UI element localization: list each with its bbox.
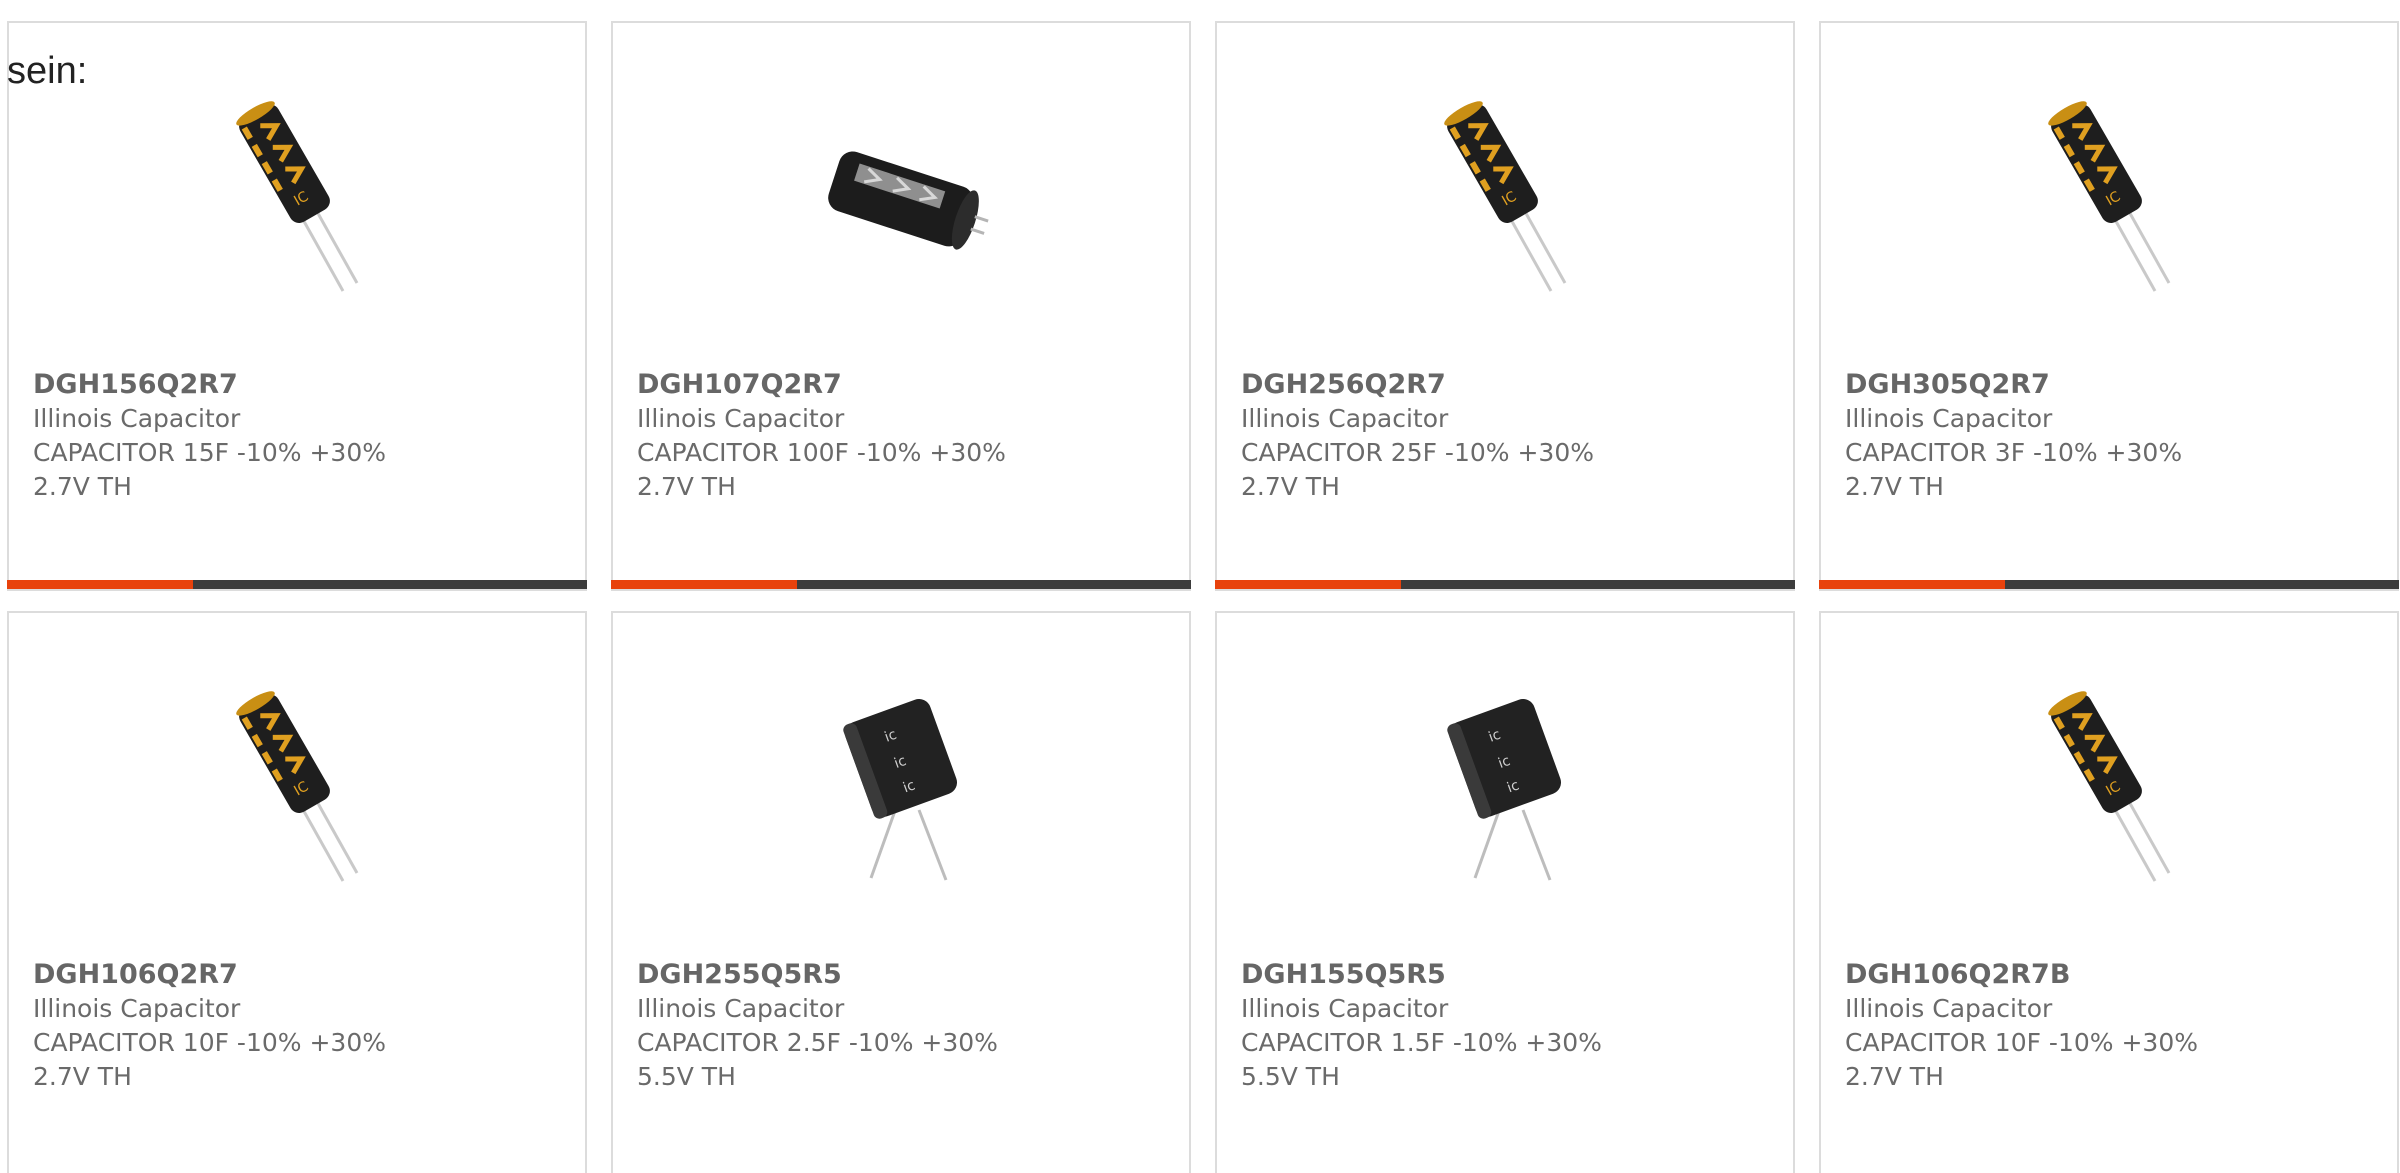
- part-number-link[interactable]: DGH305Q2R7: [1845, 368, 2373, 402]
- progress-fill: [7, 580, 193, 589]
- product-card[interactable]: DGH107Q2R7 Illinois Capacitor CAPACITOR …: [611, 21, 1191, 591]
- product-card[interactable]: IC DGH106Q2R7 Illinois Capacitor CAPACIT…: [7, 611, 587, 1173]
- product-description: CAPACITOR 100F -10% +30% 2.7V TH: [637, 438, 1006, 501]
- manufacturer-label: Illinois Capacitor: [33, 994, 241, 1023]
- progress-fill: [611, 580, 797, 589]
- product-card[interactable]: IC DGH156Q2R7 Illinois Capacitor CAPACIT…: [7, 21, 587, 591]
- progress-fill: [1215, 580, 1401, 589]
- product-row-2: IC DGH106Q2R7 Illinois Capacitor CAPACIT…: [7, 611, 2400, 1173]
- product-info: DGH255Q5R5 Illinois Capacitor CAPACITOR …: [637, 958, 1165, 1094]
- capacitor-gold-icon: IC: [197, 98, 397, 298]
- manufacturer-label: Illinois Capacitor: [1845, 994, 2053, 1023]
- product-description: CAPACITOR 25F -10% +30% 2.7V TH: [1241, 438, 1594, 501]
- product-info: DGH305Q2R7 Illinois Capacitor CAPACITOR …: [1845, 368, 2373, 504]
- manufacturer-label: Illinois Capacitor: [1241, 994, 1449, 1023]
- manufacturer-label: Illinois Capacitor: [1241, 404, 1449, 433]
- product-description: CAPACITOR 1.5F -10% +30% 5.5V TH: [1241, 1028, 1602, 1091]
- part-number-link[interactable]: DGH155Q5R5: [1241, 958, 1769, 992]
- product-image[interactable]: [613, 78, 1189, 318]
- capacitor-gold-icon: IC: [2009, 688, 2209, 888]
- product-info: DGH107Q2R7 Illinois Capacitor CAPACITOR …: [637, 368, 1165, 504]
- product-info: DGH106Q2R7B Illinois Capacitor CAPACITOR…: [1845, 958, 2373, 1094]
- manufacturer-label: Illinois Capacitor: [1845, 404, 2053, 433]
- product-row-1: IC DGH156Q2R7 Illinois Capacitor CAPACIT…: [7, 21, 2400, 591]
- product-description: CAPACITOR 10F -10% +30% 2.7V TH: [1845, 1028, 2198, 1091]
- intro-text: sein:: [7, 50, 88, 92]
- capacitor-dual-icon: ic ic ic: [1405, 688, 1605, 888]
- product-info: DGH256Q2R7 Illinois Capacitor CAPACITOR …: [1241, 368, 1769, 504]
- product-image[interactable]: IC: [9, 668, 585, 908]
- part-number-link[interactable]: DGH106Q2R7: [33, 958, 561, 992]
- product-image[interactable]: ic ic ic: [613, 668, 1189, 908]
- product-image[interactable]: IC: [9, 78, 585, 318]
- product-grid-page: sein: IC DGH156Q2R7 Illinois Capacitor C…: [0, 0, 2400, 1173]
- part-number-link[interactable]: DGH107Q2R7: [637, 368, 1165, 402]
- capacitor-gold-icon: IC: [2009, 98, 2209, 298]
- product-card[interactable]: IC DGH106Q2R7B Illinois Capacitor CAPACI…: [1819, 611, 2399, 1173]
- product-image[interactable]: ic ic ic: [1217, 668, 1793, 908]
- product-description: CAPACITOR 3F -10% +30% 2.7V TH: [1845, 438, 2183, 501]
- progress-fill: [1819, 580, 2005, 589]
- product-grid: IC DGH156Q2R7 Illinois Capacitor CAPACIT…: [7, 21, 2400, 1173]
- capacitor-large-icon: [801, 98, 1001, 298]
- capacitor-gold-icon: IC: [1405, 98, 1605, 298]
- product-card[interactable]: ic ic ic DGH255Q5R5 Illinois Capacitor C…: [611, 611, 1191, 1173]
- capacitor-dual-icon: ic ic ic: [801, 688, 1001, 888]
- product-card[interactable]: ic ic ic DGH155Q5R5 Illinois Capacitor C…: [1215, 611, 1795, 1173]
- product-description: CAPACITOR 10F -10% +30% 2.7V TH: [33, 1028, 386, 1091]
- manufacturer-label: Illinois Capacitor: [637, 994, 845, 1023]
- card-progress-bar: [611, 580, 1191, 589]
- card-progress-bar: [7, 580, 587, 589]
- product-info: DGH155Q5R5 Illinois Capacitor CAPACITOR …: [1241, 958, 1769, 1094]
- product-info: DGH156Q2R7 Illinois Capacitor CAPACITOR …: [33, 368, 561, 504]
- manufacturer-label: Illinois Capacitor: [33, 404, 241, 433]
- card-progress-bar: [1215, 580, 1795, 589]
- product-card[interactable]: IC DGH256Q2R7 Illinois Capacitor CAPACIT…: [1215, 21, 1795, 591]
- manufacturer-label: Illinois Capacitor: [637, 404, 845, 433]
- product-image[interactable]: IC: [1821, 78, 2397, 318]
- card-progress-bar: [1819, 580, 2399, 589]
- part-number-link[interactable]: DGH156Q2R7: [33, 368, 561, 402]
- product-description: CAPACITOR 15F -10% +30% 2.7V TH: [33, 438, 386, 501]
- part-number-link[interactable]: DGH256Q2R7: [1241, 368, 1769, 402]
- product-image[interactable]: IC: [1217, 78, 1793, 318]
- product-card[interactable]: IC DGH305Q2R7 Illinois Capacitor CAPACIT…: [1819, 21, 2399, 591]
- part-number-link[interactable]: DGH255Q5R5: [637, 958, 1165, 992]
- product-description: CAPACITOR 2.5F -10% +30% 5.5V TH: [637, 1028, 998, 1091]
- capacitor-gold-icon: IC: [197, 688, 397, 888]
- product-info: DGH106Q2R7 Illinois Capacitor CAPACITOR …: [33, 958, 561, 1094]
- product-image[interactable]: IC: [1821, 668, 2397, 908]
- part-number-link[interactable]: DGH106Q2R7B: [1845, 958, 2373, 992]
